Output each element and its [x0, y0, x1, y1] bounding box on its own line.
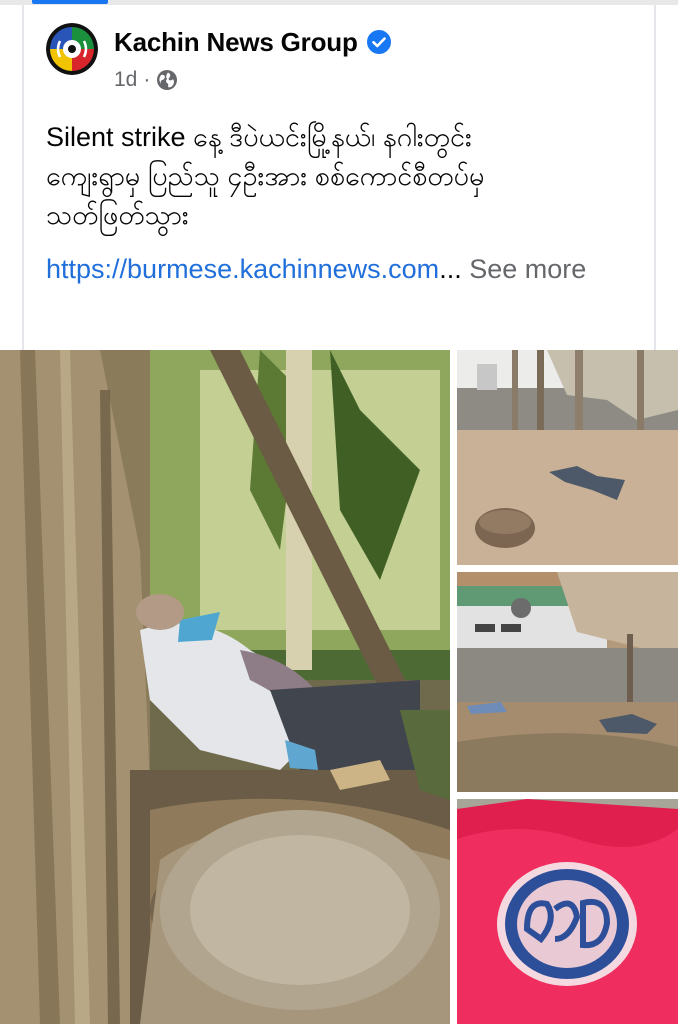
- post-meta: 1d ·: [114, 66, 178, 94]
- page-avatar[interactable]: [46, 23, 98, 75]
- page-name[interactable]: Kachin News Group: [114, 27, 358, 58]
- kng-logo-icon: [46, 23, 98, 75]
- link-ellipsis: ...: [439, 254, 462, 284]
- post-text-line-2: ကျေးရွာမှ ပြည်သူ ၄ဦးအား စစ်ကောင်စီတပ်မှ: [46, 161, 485, 191]
- post-text-line-3: သတ်ဖြတ်သွား: [46, 200, 189, 230]
- post-text-line-1: Silent strike နေ့ ဒီပဲယင်းမြို့နယ်၊ နဂါး…: [46, 122, 472, 152]
- meta-separator: ·: [143, 68, 151, 91]
- post-link[interactable]: https://burmese.kachinnews.com: [46, 254, 439, 284]
- card-border-right: [654, 5, 656, 350]
- photo-grid: [0, 350, 678, 1024]
- post-link-line: https://burmese.kachinnews.com... See mo…: [46, 250, 646, 289]
- post-message: Silent strike နေ့ ဒီပဲယင်းမြို့နယ်၊ နဂါး…: [46, 118, 636, 235]
- photo-courtyard-body[interactable]: [457, 350, 678, 565]
- photo-main-forest[interactable]: [0, 350, 450, 1024]
- photo-yard-building[interactable]: [457, 572, 678, 792]
- see-more-button[interactable]: See more: [469, 254, 586, 284]
- globe-icon[interactable]: [156, 69, 178, 91]
- active-tab-indicator: [32, 0, 108, 4]
- post-time[interactable]: 1d: [114, 68, 137, 92]
- card-border-left: [22, 5, 24, 350]
- verified-badge-icon: [366, 30, 391, 54]
- page-name-row: Kachin News Group: [114, 24, 391, 60]
- photo-red-cloth-logo[interactable]: [457, 799, 678, 1024]
